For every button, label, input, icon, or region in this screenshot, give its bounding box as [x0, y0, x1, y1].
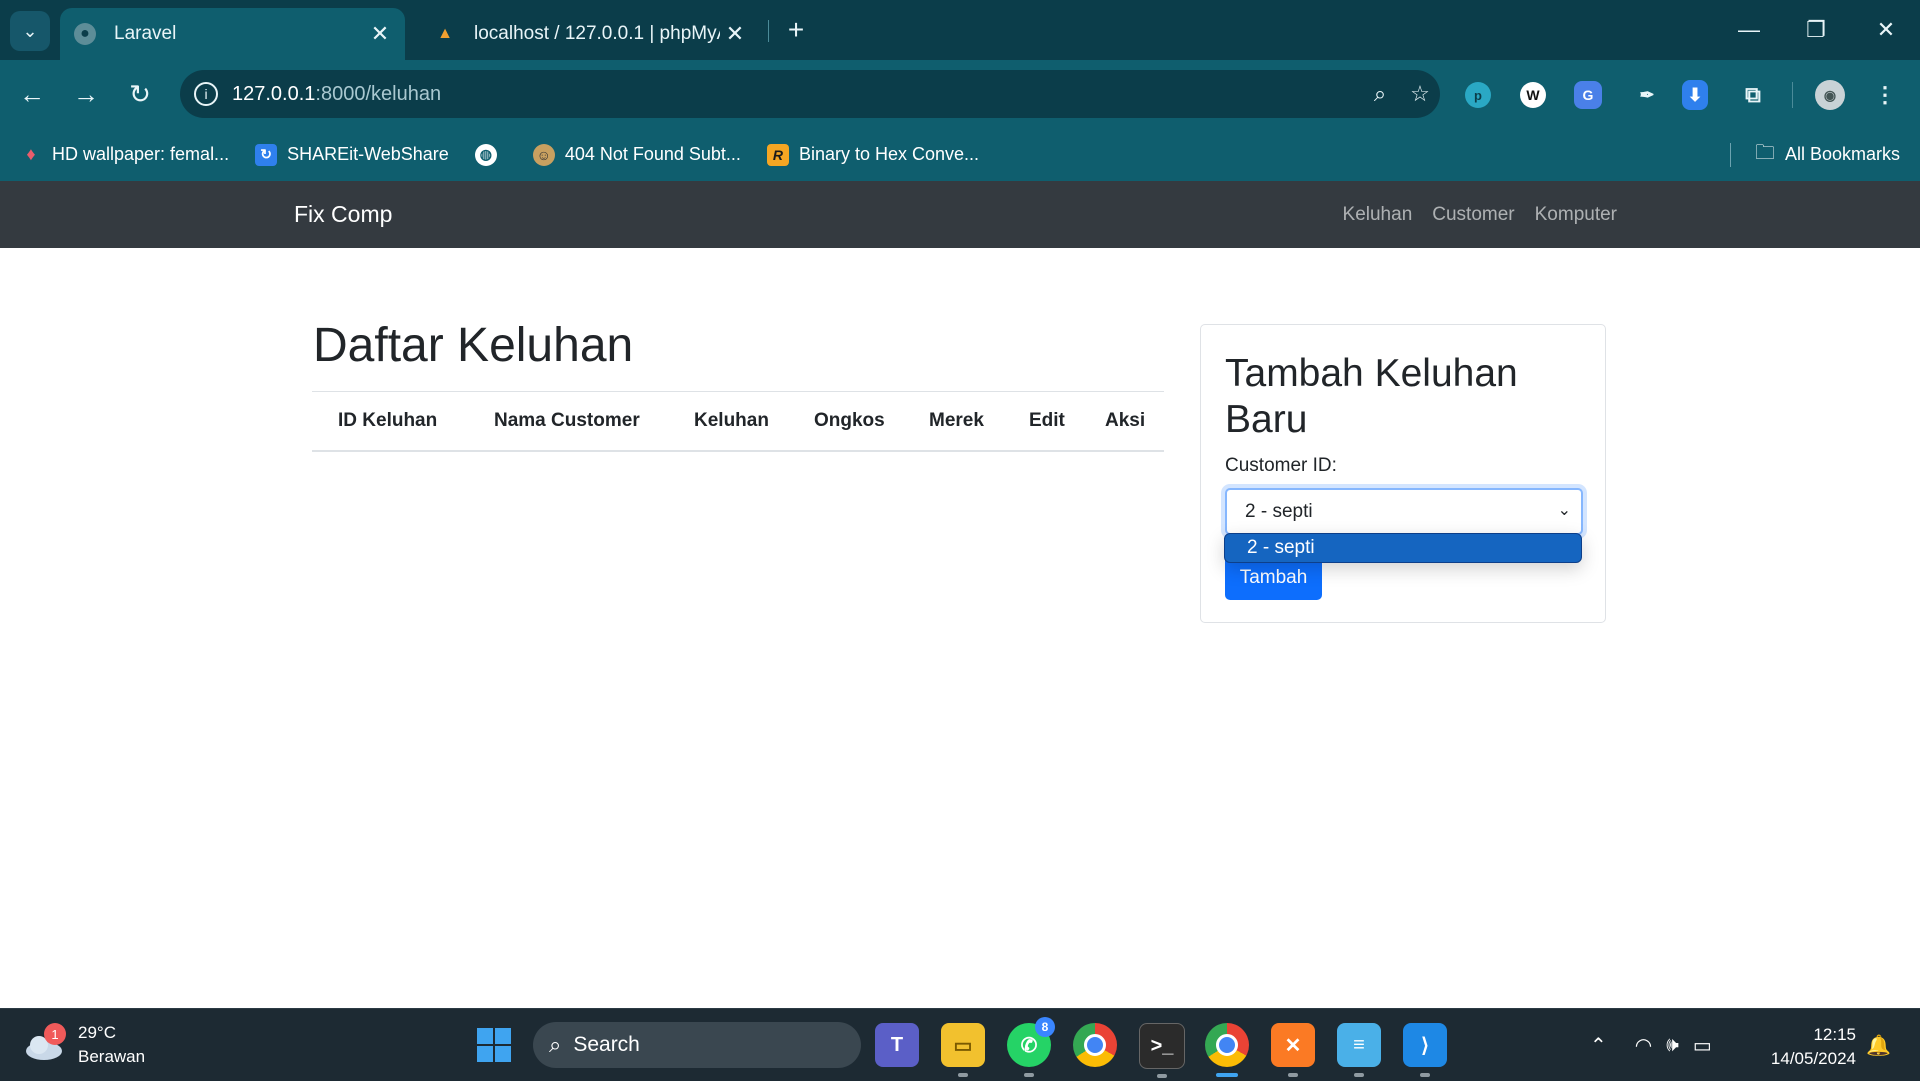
phpmyadmin-icon: ▲ [437, 25, 453, 42]
flame-icon: ♦ [26, 144, 36, 164]
chevron-up-icon[interactable]: ⌃ [1590, 1033, 1607, 1058]
url-text[interactable]: 127.0.0.1:8000/keluhan [232, 83, 1360, 106]
customer-option[interactable]: 2 - septi [1224, 533, 1582, 563]
customer-id-select[interactable]: 2 - septi ⌄ [1225, 488, 1583, 535]
chevron-down-icon: ⌄ [1557, 502, 1571, 519]
browser-chrome: ⌄ ● Laravel ✕ ▲ localhost / 127.0.0.1 | … [0, 0, 1920, 181]
extension-p-icon[interactable]: p [1465, 82, 1491, 108]
tab-divider [768, 20, 769, 42]
folder-icon: 🗀 [1754, 141, 1775, 164]
vscode-icon[interactable]: ⟩ [1403, 1023, 1447, 1077]
search-icon: ⌕ [549, 1032, 562, 1057]
bookmarks-bar: ♦ HD wallpaper: femal... ↻ SHAREit-WebSh… [0, 128, 1920, 181]
site-info-icon[interactable]: i [194, 82, 218, 106]
close-window-button[interactable]: ✕ [1862, 10, 1910, 50]
tab-laravel[interactable]: ● Laravel ✕ [60, 8, 405, 60]
whatsapp-badge: 8 [1035, 1017, 1055, 1037]
browser-toolbar: ← → ↻ i 127.0.0.1:8000/keluhan ⌕ ☆ p W G… [0, 60, 1920, 128]
menu-kebab-icon[interactable]: ⋮ [1868, 78, 1902, 112]
tab-search-button[interactable]: ⌄ [10, 11, 50, 51]
battery-icon[interactable]: ▭ [1693, 1033, 1712, 1058]
extension-w-icon[interactable]: W [1520, 82, 1546, 108]
column-header: Edit [1029, 410, 1065, 431]
new-tab-button[interactable]: + [778, 12, 814, 48]
bookmark-item[interactable]: ♦ HD wallpaper: femal... [20, 144, 229, 166]
bookmark-item[interactable]: ↻ SHAREit-WebShare [255, 143, 449, 166]
clock[interactable]: 12:15 14/05/2024 [1771, 1023, 1856, 1071]
google-translate-icon[interactable]: G [1574, 81, 1602, 109]
shareit-icon: ↻ [255, 143, 278, 166]
terminal-icon[interactable]: >_ [1139, 1023, 1185, 1078]
system-tray: ⌃ ◠ 🕪 ▭ [1590, 1009, 1712, 1081]
back-button[interactable]: ← [12, 74, 52, 114]
chrome-icon[interactable] [1073, 1023, 1117, 1067]
navbar-brand[interactable]: Fix Comp [294, 181, 392, 248]
notification-bell-icon[interactable]: 🔔 [1866, 1009, 1891, 1081]
globe-icon: ● [74, 23, 96, 45]
notepad-icon[interactable]: ≡ [1337, 1023, 1381, 1077]
nav-link-customer[interactable]: Customer [1432, 204, 1514, 226]
close-icon[interactable]: ✕ [720, 21, 750, 47]
avatar-icon: ☺ [532, 143, 555, 166]
toolbar-divider [1792, 82, 1793, 108]
volume-icon[interactable]: 🕪 [1666, 1034, 1679, 1057]
cloud-icon: 1 [24, 1023, 66, 1061]
page-title: Daftar Keluhan [313, 319, 634, 372]
download-icon[interactable]: ⬇ [1682, 80, 1708, 110]
weather-temp: 29°C [78, 1023, 116, 1042]
windows-start-icon[interactable] [472, 1023, 516, 1067]
column-header: Nama Customer [494, 410, 640, 431]
globe-icon: ◍ [474, 143, 497, 166]
weather-badge: 1 [44, 1023, 66, 1045]
column-header: Aksi [1105, 410, 1146, 431]
weather-desc: Berawan [78, 1047, 146, 1066]
restore-button[interactable]: ❐ [1792, 10, 1840, 50]
close-icon[interactable]: ✕ [365, 21, 395, 47]
teams-icon[interactable]: T [875, 1023, 919, 1067]
zoom-icon[interactable]: ⌕ [1360, 81, 1400, 107]
column-header: Merek [929, 410, 984, 431]
profile-avatar[interactable]: ◉ [1815, 80, 1845, 110]
forward-button[interactable]: → [66, 74, 106, 114]
bookmark-star-icon[interactable]: ☆ [1400, 81, 1440, 107]
clock-date: 14/05/2024 [1770, 1049, 1856, 1068]
app-navbar: Fix Comp Keluhan Customer Komputer [0, 181, 1920, 248]
whatsapp-icon[interactable]: ✆ 8 [1007, 1017, 1055, 1077]
nav-link-komputer[interactable]: Komputer [1535, 204, 1617, 226]
wifi-icon[interactable]: ◠ [1635, 1033, 1652, 1058]
selected-value: 2 - septi [1245, 500, 1313, 522]
add-keluhan-card: Tambah Keluhan Baru Customer ID: 2 - sep… [1200, 324, 1606, 623]
tab-title: Laravel [114, 23, 177, 44]
column-header: ID Keluhan [338, 410, 438, 431]
card-title: Tambah Keluhan Baru [1225, 352, 1518, 441]
column-header: Ongkos [814, 410, 885, 431]
taskbar: 1 29°C Berawan ⌕ Search T ▭ ✆ 8 >_ ✕ ≡ ⟩… [0, 1008, 1920, 1081]
file-explorer-icon[interactable]: ▭ [941, 1023, 985, 1077]
customer-id-label: Customer ID: [1225, 455, 1337, 476]
minimize-button[interactable]: — [1725, 10, 1773, 50]
bookmark-item[interactable]: ◍ [474, 143, 507, 166]
bookmark-item[interactable]: R Binary to Hex Conve... [766, 143, 979, 166]
clock-time: 12:15 [1813, 1025, 1856, 1044]
reload-button[interactable]: ↻ [120, 74, 160, 114]
navbar-links: Keluhan Customer Komputer [1323, 181, 1617, 248]
eyedropper-icon[interactable]: ✒ [1630, 78, 1664, 112]
all-bookmarks-button[interactable]: 🗀 All Bookmarks [1729, 128, 1900, 181]
address-bar[interactable]: i 127.0.0.1:8000/keluhan ⌕ ☆ [180, 70, 1440, 118]
taskbar-search[interactable]: ⌕ Search [533, 1022, 861, 1068]
nav-link-keluhan[interactable]: Keluhan [1343, 204, 1413, 226]
extensions-puzzle-icon[interactable]: ⧉ [1736, 78, 1770, 112]
tab-title: localhost / 127.0.0.1 | phpMyAd [474, 23, 720, 44]
xampp-icon[interactable]: ✕ [1271, 1023, 1315, 1077]
tab-strip: ⌄ ● Laravel ✕ ▲ localhost / 127.0.0.1 | … [0, 0, 1920, 60]
keluhan-table: ID Keluhan Nama Customer Keluhan Ongkos … [312, 391, 1164, 452]
column-header: Keluhan [694, 410, 769, 431]
r-icon: R [766, 143, 789, 166]
tab-phpmyadmin[interactable]: ▲ localhost / 127.0.0.1 | phpMyAd ✕ [420, 8, 760, 60]
weather-widget[interactable]: 1 29°C Berawan [24, 1021, 145, 1069]
bookmark-item[interactable]: ☺ 404 Not Found Subt... [532, 143, 741, 166]
chrome-profile-icon[interactable] [1205, 1023, 1249, 1077]
